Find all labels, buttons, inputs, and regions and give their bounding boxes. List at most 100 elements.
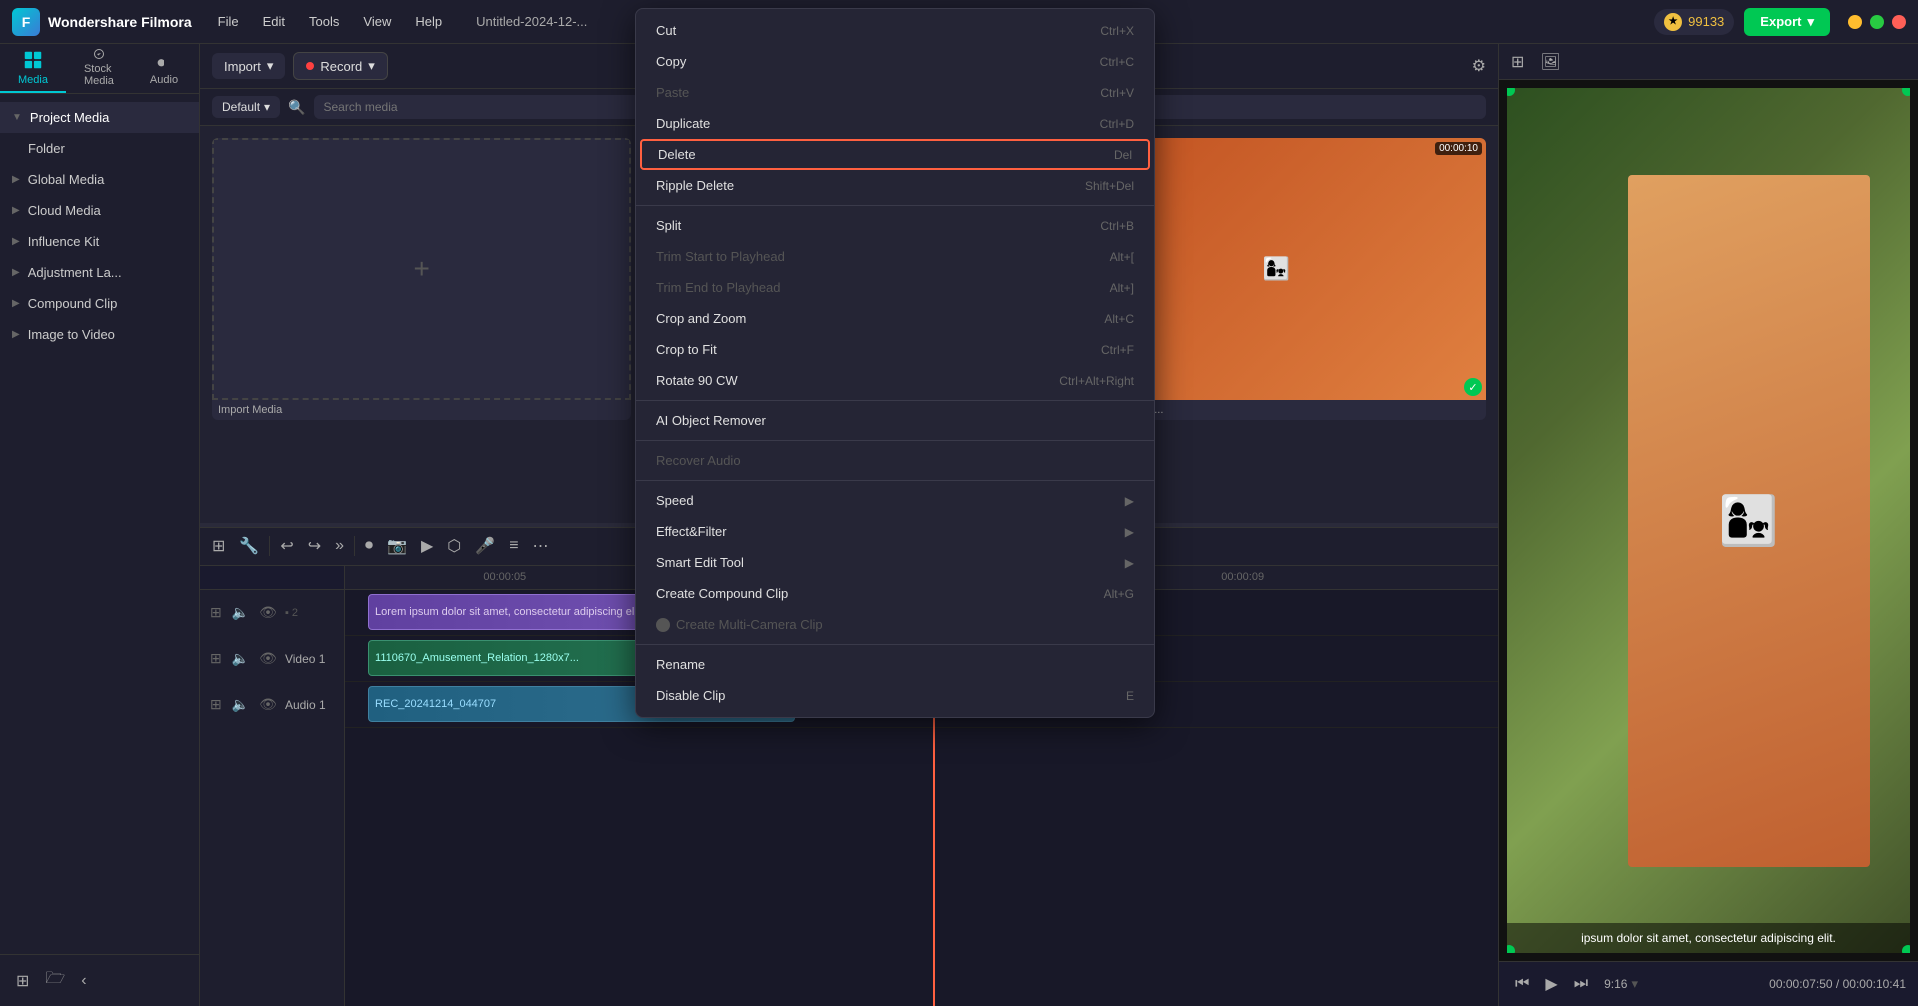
import-button[interactable]: Import ▾	[212, 53, 285, 79]
sidebar-item-adjustment-layer[interactable]: ▶ Adjustment La...	[0, 257, 199, 288]
menu-bar: File Edit Tools View Help	[208, 10, 452, 33]
minimize-button[interactable]	[1848, 15, 1862, 29]
close-button[interactable]	[1892, 15, 1906, 29]
sidebar-item-global-media[interactable]: ▶ Global Media	[0, 164, 199, 195]
snapshot-button[interactable]: 📷	[383, 532, 411, 560]
maximize-button[interactable]	[1870, 15, 1884, 29]
sidebar-item-cloud-media[interactable]: ▶ Cloud Media	[0, 195, 199, 226]
ctx-sep5	[636, 644, 1154, 645]
play-btn2[interactable]: ▶	[417, 532, 437, 560]
ctx-paste[interactable]: Paste Ctrl+V	[636, 77, 1154, 108]
track-a1-vol[interactable]: 🔈	[230, 694, 251, 715]
ctx-sep1	[636, 205, 1154, 206]
sidebar-item-influence-kit[interactable]: ▶ Influence Kit	[0, 226, 199, 257]
coins-display: ★ 99133	[1654, 9, 1734, 35]
ctx-speed[interactable]: Speed ▶	[636, 485, 1154, 516]
ctx-sep2	[636, 400, 1154, 401]
record-dot	[306, 62, 314, 70]
collapse-panel-button[interactable]: ‹	[77, 963, 90, 998]
app-logo: F Wondershare Filmora	[12, 8, 192, 36]
menu-file[interactable]: File	[208, 10, 249, 33]
context-menu: Cut Ctrl+X Copy Ctrl+C Paste Ctrl+V Dupl…	[635, 8, 1155, 718]
grid-view-button[interactable]: ⊞	[208, 532, 229, 560]
toolbar-stock[interactable]: Stock Media	[66, 44, 132, 93]
export-button[interactable]: Export ▾	[1744, 8, 1830, 36]
ctx-trim-end[interactable]: Trim End to Playhead Alt+]	[636, 272, 1154, 303]
ctx-smart-edit[interactable]: Smart Edit Tool ▶	[636, 547, 1154, 578]
cam-icon	[656, 618, 670, 632]
ctx-duplicate[interactable]: Duplicate Ctrl+D	[636, 108, 1154, 139]
menu-help[interactable]: Help	[405, 10, 452, 33]
ctx-split[interactable]: Split Ctrl+B	[636, 210, 1154, 241]
delete-item-button[interactable]: 🗁	[41, 963, 69, 998]
track-v2-vol[interactable]: 🔈	[230, 602, 251, 623]
ctx-disable-clip[interactable]: Disable Clip E	[636, 680, 1154, 711]
ruler-tick-1: 00:00:05	[483, 571, 526, 583]
search-icon: 🔍	[288, 99, 305, 116]
track-v1-vol[interactable]: 🔈	[230, 648, 251, 669]
track-v2-eye[interactable]: 👁	[257, 602, 279, 623]
app-logo-icon: F	[12, 8, 40, 36]
track-settings-button[interactable]: ≡	[505, 533, 522, 559]
preview-next-frame[interactable]: ⏭	[1570, 971, 1592, 997]
sidebar-item-project-media[interactable]: ▼ Project Media	[0, 102, 199, 133]
sidebar-item-folder[interactable]: Folder	[0, 133, 199, 164]
ctx-effect-filter[interactable]: Effect&Filter ▶	[636, 516, 1154, 547]
image-icon-button[interactable]: 🖼	[1536, 48, 1564, 76]
import-media-item[interactable]: + Import Media	[212, 138, 631, 420]
handle-br[interactable]	[1902, 945, 1910, 953]
ctx-copy[interactable]: Copy Ctrl+C	[636, 46, 1154, 77]
track-v2-add[interactable]: ⊞	[208, 602, 224, 623]
default-sort-button[interactable]: Default ▾	[212, 96, 280, 118]
smart-edit-arrow-icon: ▶	[1125, 556, 1134, 570]
mic-button[interactable]: 🎤	[471, 532, 499, 560]
coin-icon: ★	[1664, 13, 1682, 31]
menu-edit[interactable]: Edit	[253, 10, 295, 33]
ctx-ripple-delete[interactable]: Ripple Delete Shift+Del	[636, 170, 1154, 201]
separator1	[269, 536, 270, 556]
ctx-recover-audio[interactable]: Recover Audio	[636, 445, 1154, 476]
sidebar-item-compound-clip[interactable]: ▶ Compound Clip	[0, 288, 199, 319]
toolbar-media[interactable]: Media	[0, 44, 66, 93]
track-v1-eye[interactable]: 👁	[257, 648, 279, 669]
sidebar-item-image-to-video[interactable]: ▶ Image to Video	[0, 319, 199, 350]
preview-area: ⊞ 🖼 👩‍👧 ipsum dolor sit amet, consectetu…	[1498, 44, 1918, 1006]
record-button[interactable]: Record ▾	[293, 52, 387, 80]
ctx-cut[interactable]: Cut Ctrl+X	[636, 15, 1154, 46]
undo-button[interactable]: ↩	[276, 532, 297, 560]
ctx-ai-object[interactable]: AI Object Remover	[636, 405, 1154, 436]
window-controls	[1848, 15, 1906, 29]
preview-play-pause[interactable]: ▶	[1541, 970, 1561, 998]
ctx-delete[interactable]: Delete Del	[640, 139, 1150, 170]
speed-arrow-icon: ▶	[1125, 494, 1134, 508]
ctx-rename[interactable]: Rename	[636, 649, 1154, 680]
magnetic-button[interactable]: 🔧	[235, 532, 263, 560]
ctx-trim-start[interactable]: Trim Start to Playhead Alt+[	[636, 241, 1154, 272]
play-button[interactable]: ⏺	[361, 533, 377, 559]
track-a1-eye[interactable]: 👁	[257, 694, 279, 715]
track-a1-add[interactable]: ⊞	[208, 694, 224, 715]
track-label-v2: ⊞ 🔈 👁 ▪ 2	[200, 590, 345, 636]
more-tools-button[interactable]: »	[331, 533, 348, 559]
ruler-spacer	[200, 566, 344, 590]
track-controls: ⊞ 🔈 👁 ▪ 2 ⊞ 🔈 👁 Video 1 ⊞	[200, 566, 345, 1006]
filter-button[interactable]: ⚙	[1472, 56, 1486, 76]
preview-overlay: ipsum dolor sit amet, consectetur adipis…	[1507, 88, 1910, 953]
ctx-create-compound[interactable]: Create Compound Clip Alt+G	[636, 578, 1154, 609]
menu-tools[interactable]: Tools	[299, 10, 349, 33]
track-v1-add[interactable]: ⊞	[208, 648, 224, 669]
more-button[interactable]: ⋯	[529, 532, 553, 560]
ctx-crop-fit[interactable]: Crop to Fit Ctrl+F	[636, 334, 1154, 365]
video-frame: 👩‍👧 ipsum dolor sit amet, consectetur ad…	[1507, 88, 1910, 953]
track-label-a1: ⊞ 🔈 👁 Audio 1	[200, 682, 345, 728]
marker-button[interactable]: ⬡	[443, 532, 465, 560]
menu-view[interactable]: View	[353, 10, 401, 33]
ctx-rotate[interactable]: Rotate 90 CW Ctrl+Alt+Right	[636, 365, 1154, 396]
toolbar-audio[interactable]: Audio	[132, 44, 196, 93]
redo-button[interactable]: ↪	[304, 532, 325, 560]
add-folder-button[interactable]: ⊞	[12, 963, 33, 998]
ctx-crop-zoom[interactable]: Crop and Zoom Alt+C	[636, 303, 1154, 334]
grid-icon-button[interactable]: ⊞	[1507, 48, 1528, 76]
ctx-create-multicam[interactable]: Create Multi-Camera Clip	[636, 609, 1154, 640]
preview-prev-frame[interactable]: ⏮	[1511, 971, 1533, 997]
